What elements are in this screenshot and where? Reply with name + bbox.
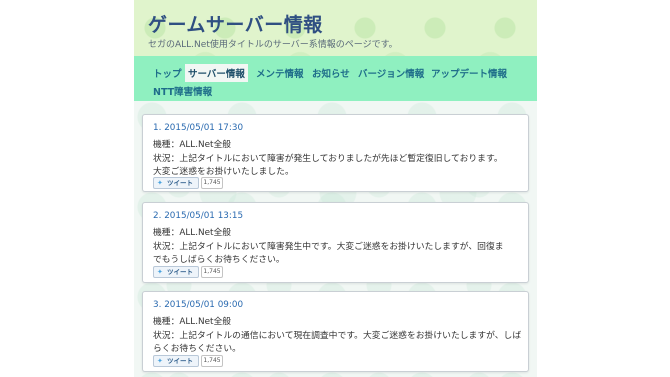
entry-model: 機種：ALL.Net全般 — [153, 140, 232, 150]
entry-model: 機種：ALL.Net全般 — [153, 317, 232, 327]
tweet-button[interactable]: ✦ ツイート — [153, 266, 199, 278]
list-item: 2. 2015/05/01 13:15 機種：ALL.Net全般 状況：上記タイ… — [142, 202, 529, 283]
page-container: ゲームサーバー情報 セガのALL.Net使用タイトルのサーバー系情報のページです… — [134, 0, 537, 377]
entry-status: 状況：上記タイトルの通信において現在調査中です。大変ご迷惑をお掛けいたしますが、… — [153, 331, 522, 341]
entry-status-cont: でもうしばらくお待ちください。 — [153, 255, 285, 265]
tweet-button[interactable]: ✦ ツイート — [153, 355, 199, 367]
twitter-bird-icon: ✦ — [157, 179, 163, 187]
entry-status: 状況：上記タイトルにおいて障害発生中です。大変ご迷惑をお掛けいたしますが、回復ま — [153, 242, 504, 252]
twitter-bird-icon: ✦ — [157, 268, 163, 276]
nav-item-update[interactable]: アップデート情報 — [428, 64, 510, 82]
entry-date: 3. 2015/05/01 09:00 — [153, 300, 244, 310]
nav-item-ntt-outage[interactable]: NTT障害情報 — [150, 82, 215, 100]
main-nav: トップ サーバー情報 メンテ情報 お知らせ バージョン情報 アップデート情報 N… — [134, 56, 537, 101]
tweet-count: 1,745 — [201, 266, 223, 278]
nav-item-maintenance[interactable]: メンテ情報 — [253, 64, 307, 82]
entry-status-cont: らくお待ちください。 — [153, 344, 241, 354]
site-subtitle: セガのALL.Net使用タイトルのサーバー系情報のページです。 — [148, 40, 398, 50]
list-item: 1. 2015/05/01 17:30 機種：ALL.Net全般 状況：上記タイ… — [142, 114, 529, 192]
site-title[interactable]: ゲームサーバー情報 — [148, 10, 323, 37]
entry-status-cont: 大変ご迷惑をお掛けいたしました。 — [153, 167, 294, 177]
tweet-button[interactable]: ✦ ツイート — [153, 177, 199, 189]
entry-date: 2. 2015/05/01 13:15 — [153, 211, 244, 221]
nav-item-version[interactable]: バージョン情報 — [355, 64, 427, 82]
site-header: ゲームサーバー情報 セガのALL.Net使用タイトルのサーバー系情報のページです… — [134, 0, 537, 56]
entry-date: 1. 2015/05/01 17:30 — [153, 123, 244, 133]
entry-status: 状況：上記タイトルにおいて障害が発生しておりましたが先ほど暫定復旧しております。 — [153, 154, 503, 164]
entry-model: 機種：ALL.Net全般 — [153, 228, 232, 238]
tweet-label: ツイート — [167, 268, 193, 276]
tweet-label: ツイート — [167, 179, 193, 187]
tweet-label: ツイート — [167, 357, 193, 365]
list-item: 3. 2015/05/01 09:00 機種：ALL.Net全般 状況：上記タイ… — [142, 291, 529, 372]
nav-item-top[interactable]: トップ — [150, 64, 185, 82]
twitter-bird-icon: ✦ — [157, 357, 163, 365]
nav-item-notices[interactable]: お知らせ — [309, 64, 353, 82]
nav-item-server-info[interactable]: サーバー情報 — [185, 64, 248, 82]
tweet-count: 1,745 — [201, 177, 223, 189]
tweet-count: 1,745 — [201, 355, 223, 367]
